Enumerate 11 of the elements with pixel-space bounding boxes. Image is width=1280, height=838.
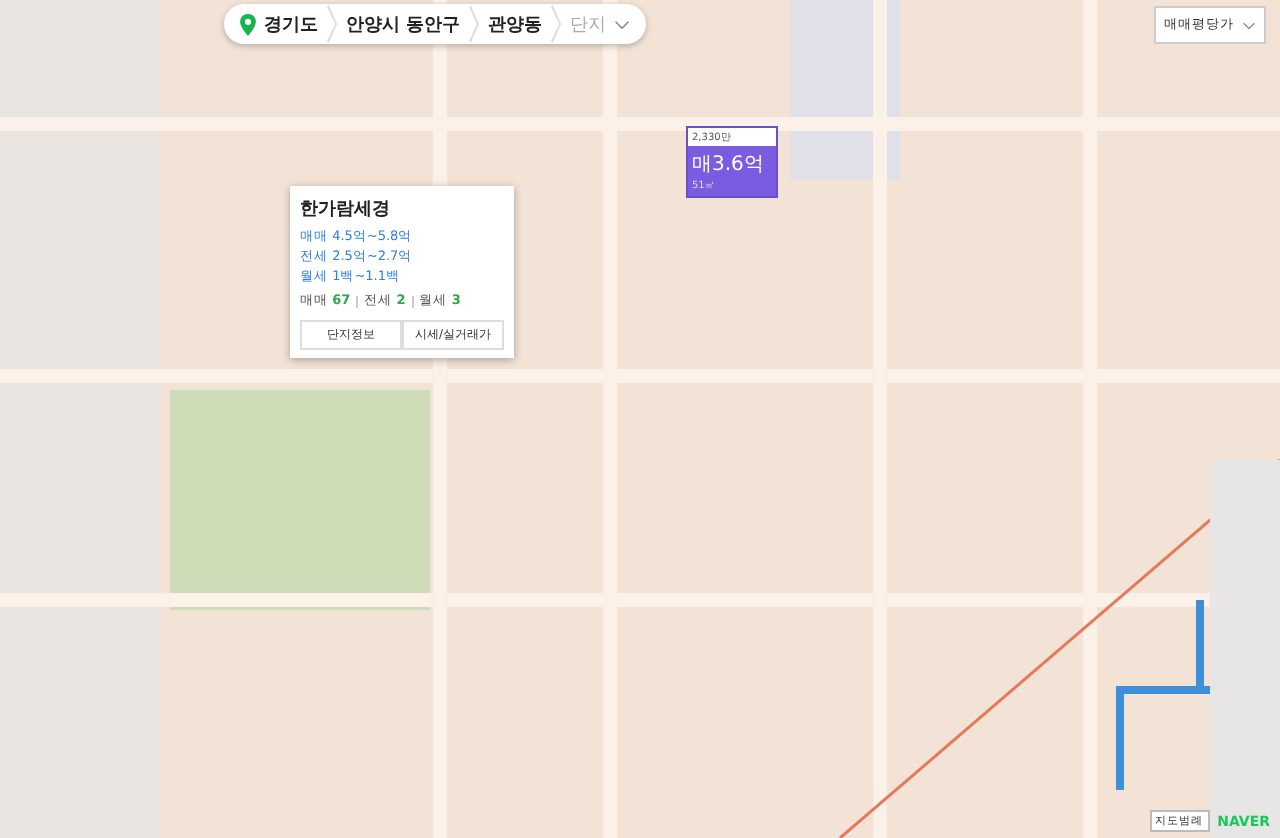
caret-icon	[614, 19, 631, 29]
price-label: 매3.6억	[690, 152, 766, 178]
caret-icon	[1242, 21, 1256, 29]
chevron-icon	[550, 4, 563, 44]
chevron-icon	[468, 4, 481, 44]
complex-title: 한가람세경	[300, 198, 392, 222]
breadcrumb-item[interactable]: 관양동	[488, 11, 543, 37]
location-pin-icon	[240, 13, 256, 35]
breadcrumb-item[interactable]: 안양시 동안구	[346, 11, 461, 37]
breadcrumb-item[interactable]: 경기도	[264, 11, 318, 37]
chevron-icon	[326, 4, 338, 44]
